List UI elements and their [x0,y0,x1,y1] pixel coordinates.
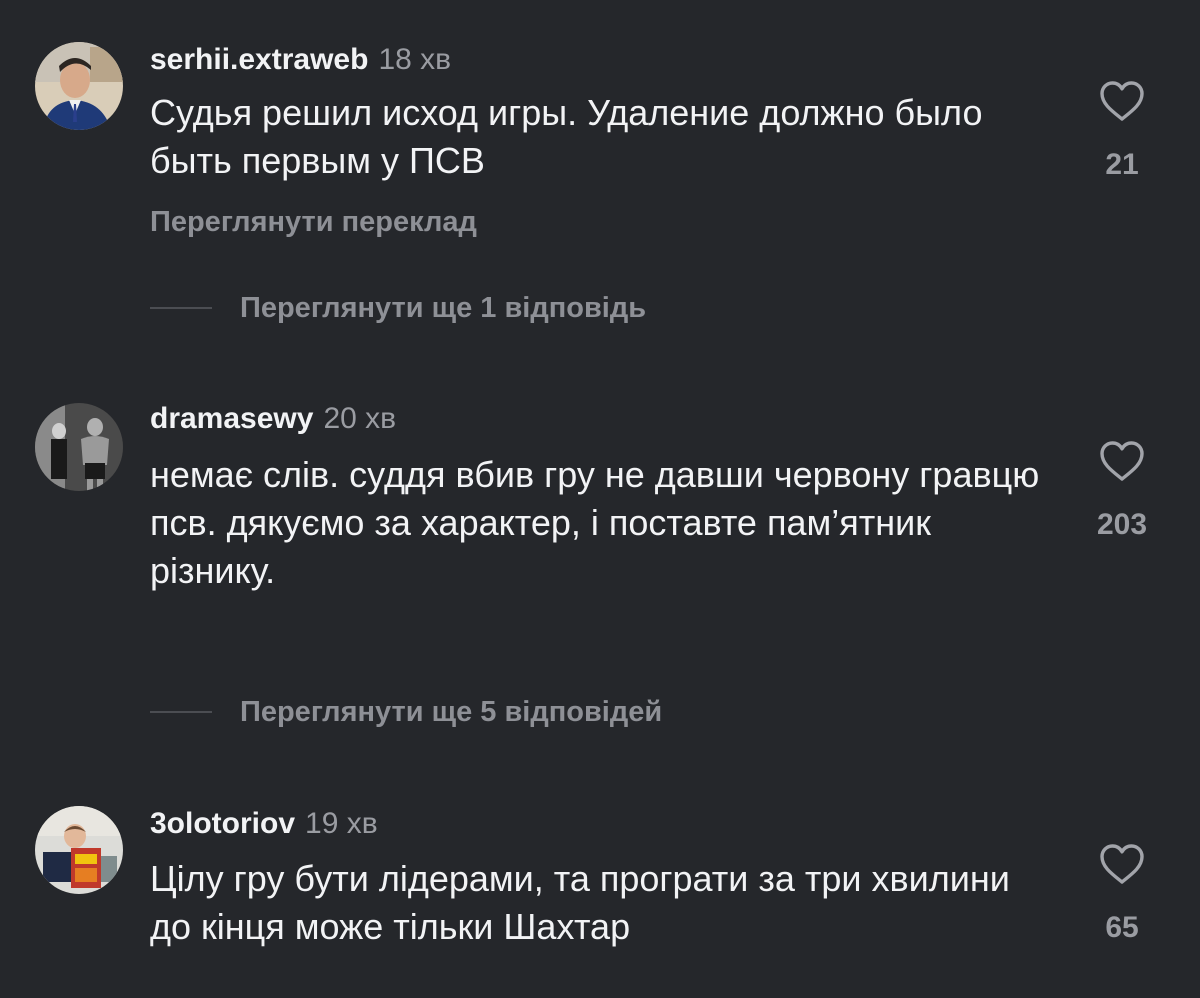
comment-meta: dramasewy 20 хв [150,401,396,437]
timestamp: 19 хв [305,807,378,840]
heart-outline-icon[interactable] [1099,440,1145,482]
comment-meta: 3olotoriov 19 хв [150,806,378,842]
like-control: 21 [1080,80,1164,182]
like-control: 65 [1080,843,1164,945]
comment-text: Цілу гру бути лідерами, та програти за т… [150,858,1010,947]
view-replies-label: Переглянути ще 5 відповідей [240,695,663,728]
view-replies-button[interactable]: Переглянути ще 5 відповідей [150,694,662,730]
like-control: 203 [1080,440,1164,542]
username[interactable]: 3olotoriov [150,807,295,840]
see-translation-link[interactable]: Переглянути переклад [150,204,477,240]
username[interactable]: serhii.extraweb [150,43,368,76]
avatar[interactable] [35,806,123,894]
view-replies-label: Переглянути ще 1 відповідь [240,291,647,324]
like-count: 65 [1105,911,1139,944]
like-count: 203 [1096,508,1148,541]
replies-divider [150,307,212,309]
timestamp: 20 хв [323,402,397,435]
view-replies-button[interactable]: Переглянути ще 1 відповідь [150,290,646,326]
comment-meta: serhii.extraweb 18 хв [150,42,451,78]
username[interactable]: dramasewy [150,402,313,435]
comment-text: немає слів. суддя вбив гру не давши черв… [150,454,1040,591]
avatar[interactable] [35,403,123,491]
timestamp: 18 хв [378,43,452,76]
avatar[interactable] [35,42,123,130]
heart-outline-icon[interactable] [1099,80,1145,122]
replies-divider [150,711,212,713]
like-count: 21 [1105,148,1139,181]
comment-text: Судья решил исход игры. Удаление должно … [150,92,983,181]
heart-outline-icon[interactable] [1099,843,1145,885]
